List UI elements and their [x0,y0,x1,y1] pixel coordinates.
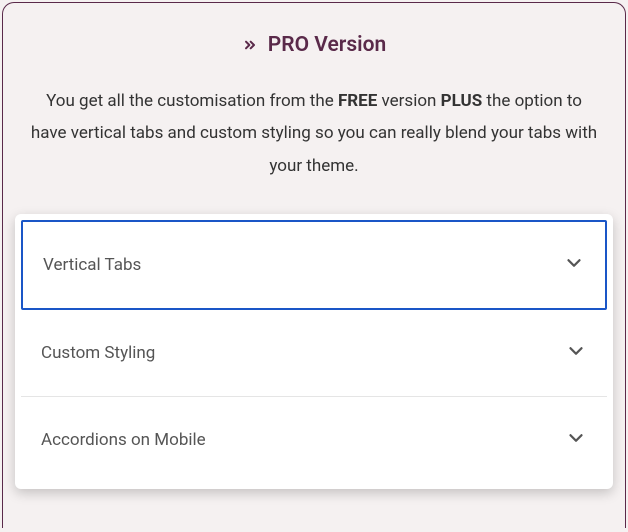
chevron-down-icon [563,252,585,278]
desc-bold-plus: PLUS [441,91,483,111]
chevron-down-icon [565,340,587,366]
accordion-label: Custom Styling [41,343,155,363]
desc-text: version [377,91,440,111]
accordion-container: Vertical Tabs Custom Styling Accordions … [15,214,613,489]
accordion-item-accordions-mobile[interactable]: Accordions on Mobile [21,397,607,483]
card-title: PRO Version [268,33,386,57]
desc-bold-free: FREE [338,91,377,111]
chevrons-right-icon [242,37,258,53]
card-description: You get all the customisation from the F… [15,85,613,182]
accordion-label: Accordions on Mobile [41,430,206,450]
card-header: PRO Version [15,33,613,57]
chevron-down-icon [565,427,587,453]
desc-text: You get all the customisation from the [46,91,338,111]
pro-version-card: PRO Version You get all the customisatio… [2,2,626,528]
accordion-item-custom-styling[interactable]: Custom Styling [21,310,607,397]
accordion-item-vertical-tabs[interactable]: Vertical Tabs [21,220,607,310]
accordion-label: Vertical Tabs [43,255,141,275]
